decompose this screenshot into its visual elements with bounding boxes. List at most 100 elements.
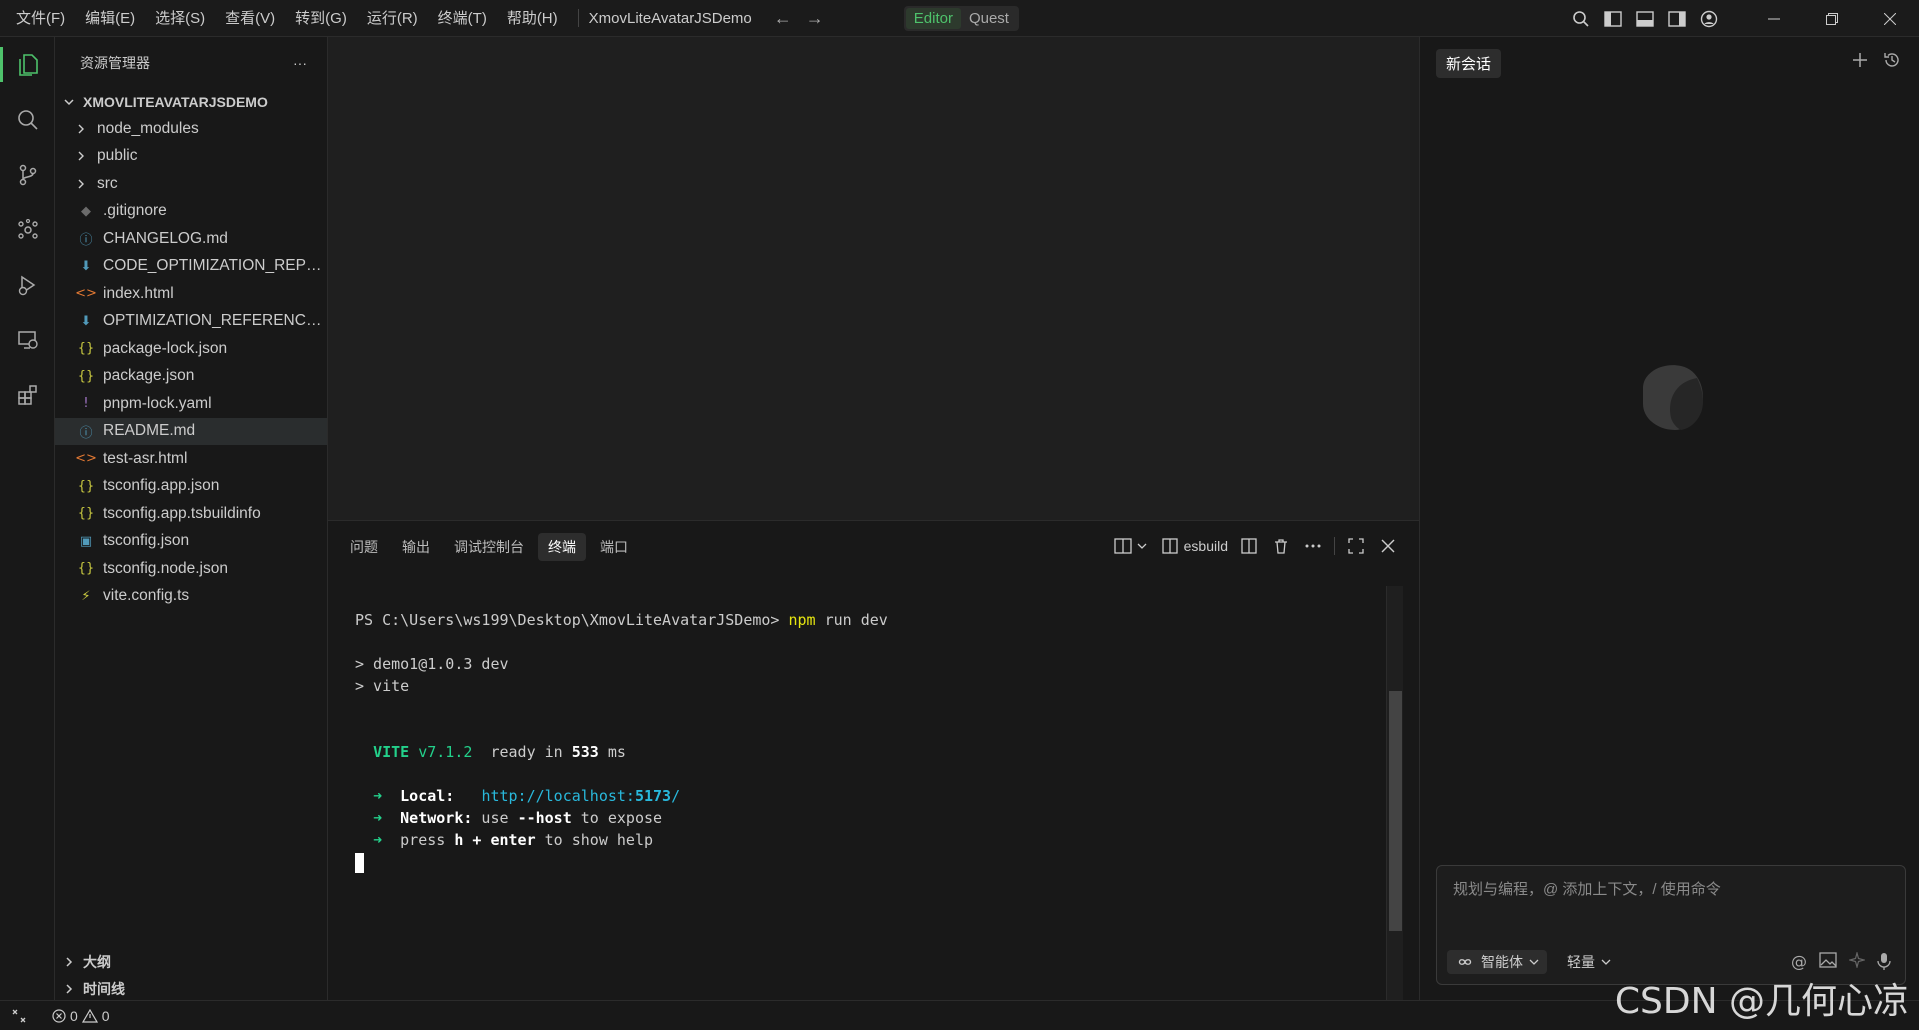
menu-item[interactable]: 终端(T) [428, 0, 497, 37]
file-item[interactable]: {} tsconfig.app.json [55, 473, 327, 501]
menu-item[interactable]: 运行(R) [357, 0, 428, 37]
extensions-graph-icon[interactable] [0, 202, 55, 257]
model-selector[interactable]: 轻量 [1567, 950, 1611, 974]
split-editor-icon[interactable] [1238, 535, 1260, 557]
menu-item[interactable]: 选择(S) [145, 0, 215, 37]
file-item[interactable]: {} package-lock.json [55, 335, 327, 363]
title-right-tools [1565, 0, 1919, 37]
terminal-output[interactable]: PS C:\Users\ws199\Desktop\XmovLiteAvatar… [355, 609, 888, 873]
terminal-scrollbar[interactable] [1386, 586, 1403, 1001]
arrow-icon: ➜ [373, 809, 383, 827]
file-item[interactable]: ⓘ CHANGELOG.md [55, 225, 327, 253]
search-icon[interactable] [1565, 0, 1597, 37]
errors-status[interactable]: 0 0 [52, 1008, 110, 1024]
window-title: XmovLiteAvatarJSDemo [588, 9, 752, 27]
mention-icon[interactable]: @ [1791, 952, 1807, 971]
more-actions-icon[interactable]: ··· [293, 55, 307, 71]
nav-arrows: ← → [774, 8, 824, 29]
local-url[interactable]: http://localhost:5173/ [481, 787, 680, 805]
file-label: tsconfig.json [103, 532, 190, 550]
split-terminal-dropdown-icon[interactable] [1112, 535, 1152, 557]
account-icon[interactable] [1693, 0, 1725, 37]
file-item[interactable]: ⚡ vite.config.ts [55, 583, 327, 611]
file-item[interactable]: ⬇ CODE_OPTIMIZATION_REPOR... [55, 253, 327, 281]
editor-mode-button[interactable]: Editor [905, 7, 961, 29]
panel-tab[interactable]: 问题 [340, 533, 388, 561]
plus-icon[interactable] [1851, 51, 1869, 69]
microphone-icon[interactable] [1877, 952, 1891, 971]
folder-label: node_modules [97, 119, 199, 137]
arrow-icon: ➜ [373, 831, 383, 849]
close-panel-icon[interactable] [1377, 535, 1399, 557]
restore-icon[interactable] [1803, 0, 1861, 37]
terminal-command-args: run dev [815, 611, 888, 629]
menu-item[interactable]: 帮助(H) [497, 0, 568, 37]
explorer-icon[interactable] [0, 37, 55, 92]
more-icon[interactable] [1302, 535, 1324, 557]
project-root[interactable]: XMOVLITEAVATARJSDEMO [55, 89, 327, 115]
folder-item[interactable]: public [55, 143, 327, 171]
menu-item[interactable]: 编辑(E) [75, 0, 145, 37]
chat-input-box[interactable]: 规划与编程，@ 添加上下文，/ 使用命令 智能体 轻量 @ [1436, 865, 1906, 985]
minimize-icon[interactable] [1745, 0, 1803, 37]
source-control-icon[interactable] [0, 147, 55, 202]
chevron-right-icon [75, 123, 97, 135]
chat-input-icons: @ [1791, 952, 1891, 971]
toggle-panel-icon[interactable] [1629, 0, 1661, 37]
terminal-instance[interactable]: esbuild [1161, 538, 1228, 554]
timeline-section[interactable]: 时间线 [55, 975, 328, 1003]
quest-mode-button[interactable]: Quest [961, 8, 1017, 29]
panel-tab[interactable]: 输出 [392, 533, 440, 561]
file-item[interactable]: {} tsconfig.app.tsbuildinfo [55, 500, 327, 528]
file-item[interactable]: ! pnpm-lock.yaml [55, 390, 327, 418]
history-icon[interactable] [1883, 51, 1901, 69]
panel-tab[interactable]: 调试控制台 [444, 533, 534, 561]
scrollbar-thumb[interactable] [1389, 691, 1402, 931]
ready-text: ready in [472, 743, 572, 761]
trash-icon[interactable] [1270, 535, 1292, 557]
sparkle-icon[interactable] [1849, 952, 1865, 971]
file-label: OPTIMIZATION_REFERENCE.md [103, 312, 327, 330]
close-window-icon[interactable] [1861, 0, 1919, 37]
file-type-icon: {} [77, 368, 95, 384]
file-item[interactable]: {} tsconfig.node.json [55, 555, 327, 583]
file-item[interactable]: <> test-asr.html [55, 445, 327, 473]
toggle-sidebar-icon[interactable] [1597, 0, 1629, 37]
folder-item[interactable]: src [55, 170, 327, 198]
file-item[interactable]: ▣ tsconfig.json [55, 528, 327, 556]
bottom-panel: 问题 输出 调试控制台 终端 端口 esbuild PS C:\Users\ws199\… [328, 520, 1419, 1001]
outline-section[interactable]: 大纲 [55, 948, 328, 976]
explorer-header: 资源管理器 ··· [55, 37, 327, 89]
host-flag: --host [517, 809, 572, 827]
file-label: tsconfig.node.json [103, 559, 228, 577]
menu-item[interactable]: 转到(G) [285, 0, 357, 37]
editor-area[interactable] [328, 37, 1419, 520]
file-item[interactable]: ⬇ OPTIMIZATION_REFERENCE.md [55, 308, 327, 336]
terminal-name: esbuild [1183, 538, 1228, 554]
file-item[interactable]: ⓘ README.md [55, 417, 327, 445]
menu-item[interactable]: 查看(V) [215, 0, 285, 37]
file-type-icon: <> [75, 286, 97, 302]
forward-arrow-icon[interactable]: → [806, 8, 824, 29]
folder-item[interactable]: node_modules [55, 115, 327, 143]
panel-tab[interactable]: 终端 [538, 533, 586, 561]
agent-mode-selector[interactable]: 智能体 [1447, 950, 1547, 974]
maximize-panel-icon[interactable] [1345, 535, 1367, 557]
new-session-tab[interactable]: 新会话 [1436, 49, 1502, 78]
extensions-icon[interactable] [0, 367, 55, 422]
menu-item[interactable]: 文件(F) [6, 0, 75, 37]
run-debug-icon[interactable] [0, 257, 55, 312]
chat-panel: 新会话 规划与编程，@ 添加上下文，/ 使用命令 智能体 轻量 @ [1419, 37, 1919, 1000]
toggle-secondary-sidebar-icon[interactable] [1661, 0, 1693, 37]
image-icon[interactable] [1819, 952, 1837, 971]
panel-tab[interactable]: 端口 [590, 533, 638, 561]
file-type-icon: ⬇ [80, 313, 92, 329]
remote-explorer-icon[interactable] [0, 312, 55, 367]
explorer-title: 资源管理器 [80, 55, 150, 71]
file-item[interactable]: <> index.html [55, 280, 327, 308]
remote-icon[interactable] [12, 1009, 34, 1023]
file-item[interactable]: {} package.json [55, 363, 327, 391]
file-item[interactable]: ◆ .gitignore [55, 198, 327, 226]
search-icon[interactable] [0, 92, 55, 147]
back-arrow-icon[interactable]: ← [774, 8, 792, 29]
